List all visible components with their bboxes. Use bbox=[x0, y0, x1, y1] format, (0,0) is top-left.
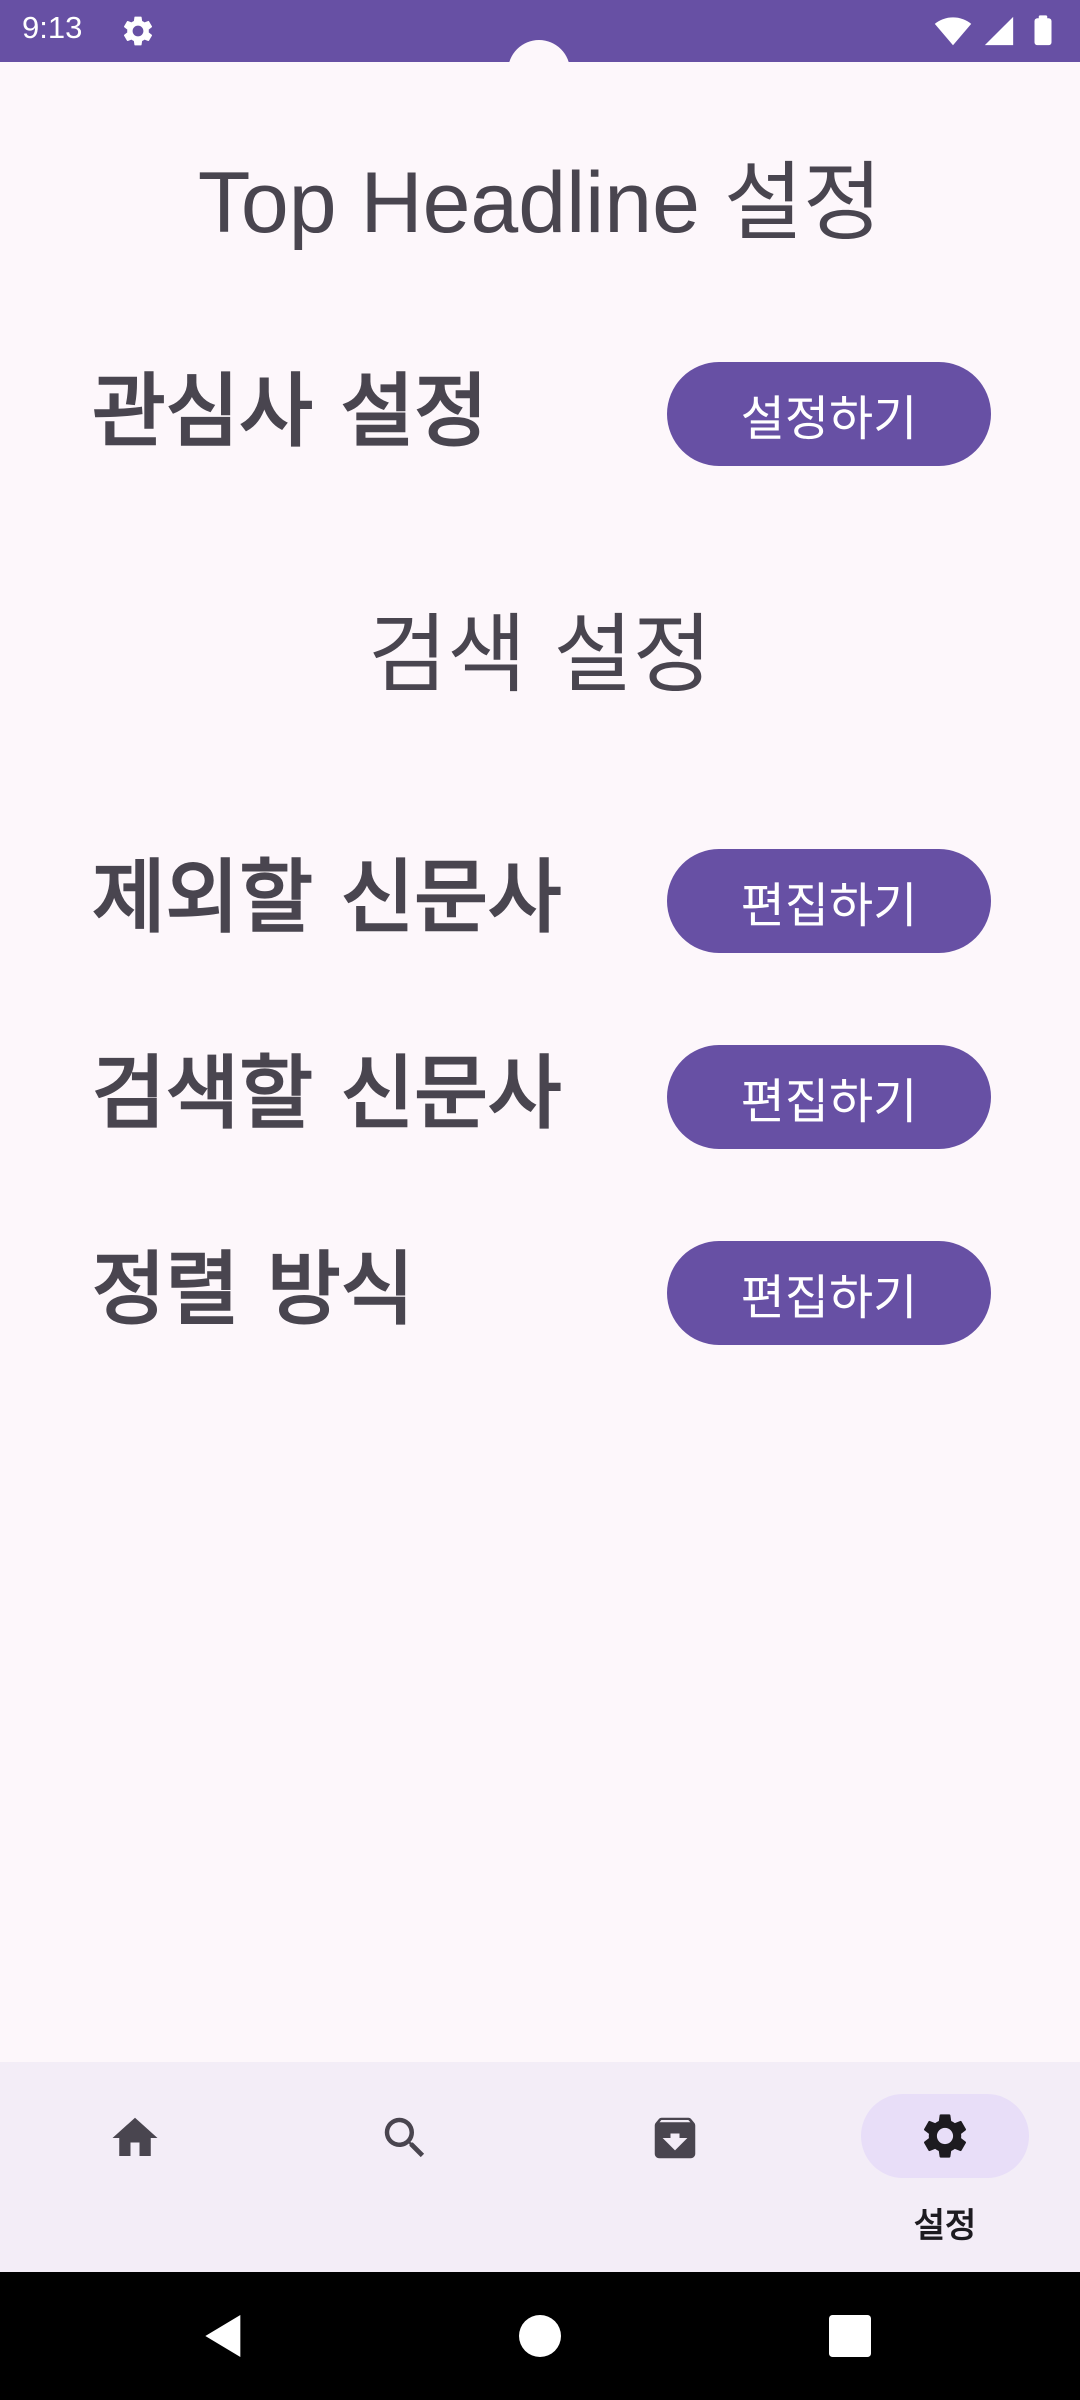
search-publishers-edit-button[interactable]: 편집하기 bbox=[667, 1045, 991, 1149]
excluded-publishers-edit-button[interactable]: 편집하기 bbox=[667, 849, 991, 953]
nav-search-icon-container bbox=[321, 2096, 489, 2180]
bottom-navigation: 설정 bbox=[0, 2062, 1080, 2272]
interests-setting-label: 관심사 설정 bbox=[92, 365, 488, 458]
sort-order-label: 정렬 방식 bbox=[92, 1243, 415, 1336]
page-title: Top Headline 설정 bbox=[197, 155, 883, 251]
search-settings-heading: 검색 설정 bbox=[368, 605, 712, 705]
back-icon[interactable] bbox=[196, 2308, 252, 2364]
nav-item-archive[interactable] bbox=[540, 2062, 810, 2272]
camera-cutout bbox=[508, 40, 570, 102]
nav-item-search[interactable] bbox=[270, 2062, 540, 2272]
nav-item-settings[interactable]: 설정 bbox=[810, 2062, 1080, 2272]
settings-gear-status-icon bbox=[120, 13, 156, 49]
search-publishers-label: 검색할 신문사 bbox=[92, 1047, 562, 1140]
signal-icon bbox=[984, 16, 1014, 46]
interests-setting-button[interactable]: 설정하기 bbox=[667, 362, 991, 466]
status-time: 9:13 bbox=[22, 10, 83, 45]
nav-settings-active-indicator bbox=[861, 2094, 1029, 2178]
nav-archive-icon-container bbox=[591, 2096, 759, 2180]
recents-icon[interactable] bbox=[822, 2308, 878, 2364]
home-icon bbox=[112, 2117, 158, 2156]
system-navigation-bar bbox=[0, 2272, 1080, 2400]
nav-item-home[interactable] bbox=[0, 2062, 270, 2272]
nav-settings-label: 설정 bbox=[913, 2206, 977, 2246]
search-icon bbox=[384, 2117, 425, 2158]
status-icons bbox=[934, 12, 1060, 50]
archive-icon bbox=[654, 2117, 696, 2159]
excluded-publishers-label: 제외할 신문사 bbox=[92, 851, 562, 944]
battery-icon bbox=[1034, 15, 1052, 46]
gear-icon bbox=[923, 2114, 967, 2158]
wifi-icon bbox=[934, 17, 972, 46]
sort-order-edit-button[interactable]: 편집하기 bbox=[667, 1241, 991, 1345]
home-button-icon[interactable] bbox=[512, 2308, 568, 2364]
nav-home-icon-container bbox=[51, 2096, 219, 2180]
